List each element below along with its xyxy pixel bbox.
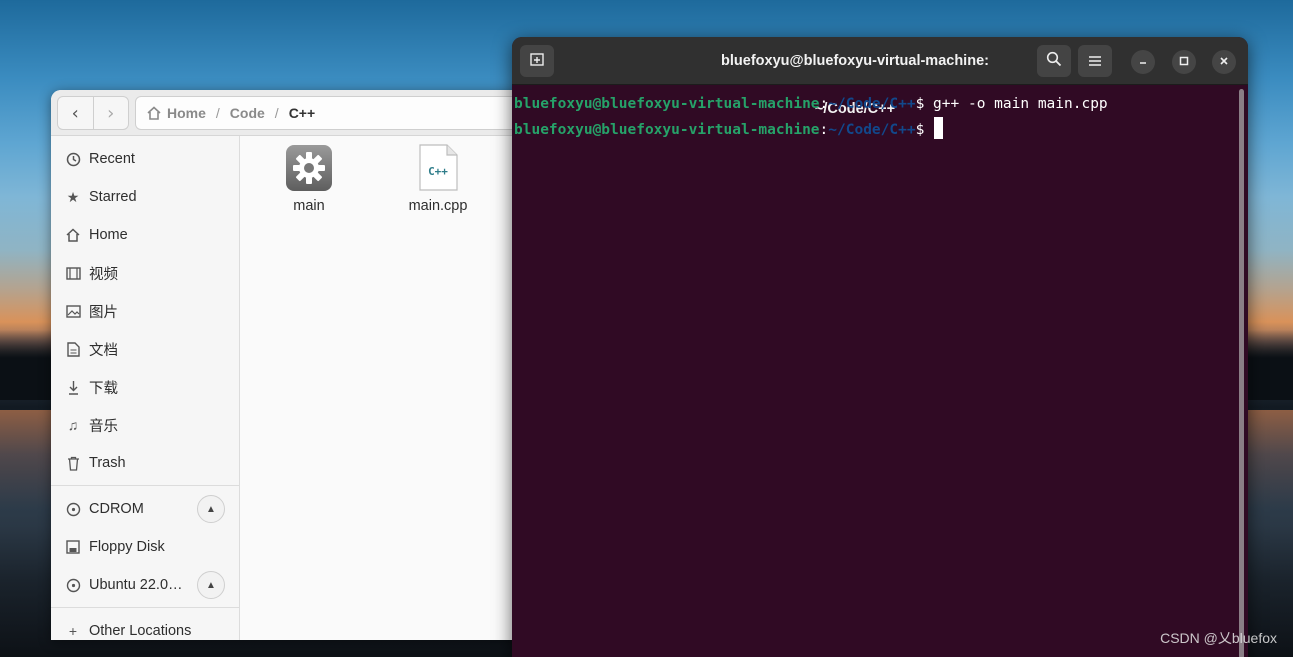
path-segment-current[interactable]: C++: [289, 105, 315, 121]
download-icon: [65, 379, 81, 395]
sidebar-item-videos[interactable]: 视频: [51, 254, 239, 292]
home-icon: [65, 227, 81, 243]
sidebar-item-recent[interactable]: Recent: [51, 140, 239, 178]
plus-icon: +: [68, 623, 78, 639]
sidebar-item-music[interactable]: ♫ 音乐: [51, 406, 239, 444]
navigation-buttons: ‹ ›: [57, 96, 129, 130]
sidebar-item-home[interactable]: Home: [51, 216, 239, 254]
sidebar-item-label: Ubuntu 22.0…: [89, 577, 183, 593]
file-name: main: [293, 198, 325, 214]
path-bar[interactable]: Home / Code / C++: [135, 96, 531, 130]
eject-button[interactable]: ▲: [197, 571, 225, 599]
command-text: [924, 122, 933, 138]
close-button[interactable]: [1212, 50, 1236, 74]
sidebar-item-other-locations[interactable]: + Other Locations: [51, 612, 239, 640]
sidebar-item-ubuntu-disc[interactable]: Ubuntu 22.0… ▲: [51, 566, 239, 604]
prompt-user: bluefoxyu@bluefoxyu-virtual-machine: [514, 96, 820, 112]
sidebar-item-label: Floppy Disk: [89, 539, 165, 555]
cpp-badge: C++: [428, 165, 448, 178]
sidebar-item-cdrom[interactable]: CDROM ▲: [51, 490, 239, 528]
new-tab-icon: [529, 51, 545, 71]
disc-icon: [65, 577, 81, 593]
command-text: g++ -o main main.cpp: [924, 96, 1108, 112]
sidebar-item-downloads[interactable]: 下载: [51, 368, 239, 406]
sidebar-item-label: Other Locations: [89, 623, 192, 639]
drive-icon: [65, 539, 81, 555]
home-icon: [146, 106, 162, 120]
chevron-right-icon: ›: [107, 102, 115, 124]
sidebar: Recent ★ Starred Home 视频 图片 文档 下载 ♫ 音乐 T…: [51, 136, 240, 640]
files-window: ‹ › Home / Code / C++ Recent ★ Starred H…: [51, 90, 531, 640]
eject-icon: ▲: [206, 579, 216, 591]
file-view: main C++ main.cpp: [241, 136, 531, 640]
sidebar-divider: [51, 485, 239, 486]
path-segment-code[interactable]: Code: [230, 105, 265, 121]
sidebar-item-label: Recent: [89, 151, 135, 167]
forward-button[interactable]: ›: [92, 97, 129, 129]
sidebar-item-documents[interactable]: 文档: [51, 330, 239, 368]
path-segment-home[interactable]: Home: [167, 105, 206, 121]
terminal-scrollbar[interactable]: [1239, 89, 1244, 657]
prompt-path: ~/Code/C++: [828, 96, 916, 112]
video-icon: [65, 265, 81, 281]
terminal-headerbar: bluefoxyu@bluefoxyu-virtual-machine: ~/C…: [512, 37, 1248, 117]
close-icon: [1219, 56, 1229, 69]
back-button[interactable]: ‹: [58, 97, 93, 129]
eject-button[interactable]: ▲: [197, 495, 225, 523]
file-item-main[interactable]: main: [259, 144, 359, 214]
sidebar-item-label: Starred: [89, 189, 137, 205]
sidebar-item-label: CDROM: [89, 501, 144, 517]
minimize-button[interactable]: [1131, 50, 1155, 74]
maximize-button[interactable]: [1172, 50, 1196, 74]
files-headerbar: ‹ › Home / Code / C++: [51, 90, 531, 136]
sidebar-item-starred[interactable]: ★ Starred: [51, 178, 239, 216]
sidebar-item-label: Trash: [89, 455, 126, 471]
search-button[interactable]: [1037, 45, 1071, 77]
sidebar-item-pictures[interactable]: 图片: [51, 292, 239, 330]
terminal-window: bluefoxyu@bluefoxyu-virtual-machine: ~/C…: [512, 37, 1248, 657]
sidebar-divider: [51, 607, 239, 608]
sidebar-item-floppy-disk[interactable]: Floppy Disk: [51, 528, 239, 566]
text-cursor: [934, 117, 944, 139]
file-name: main.cpp: [408, 198, 468, 214]
sidebar-item-label: 下载: [89, 380, 118, 397]
star-icon: ★: [66, 189, 80, 205]
cpp-file-icon: C++: [414, 144, 462, 192]
sidebar-item-label: 文档: [89, 342, 118, 359]
minimize-icon: [1138, 56, 1148, 69]
terminal-title: bluefoxyu@bluefoxyu-virtual-machine: ~/C…: [721, 53, 989, 117]
sidebar-item-label: 图片: [89, 304, 118, 321]
sidebar-item-label: 音乐: [89, 418, 118, 435]
prompt-path: ~/Code/C++: [828, 122, 916, 138]
new-tab-button[interactable]: [520, 45, 554, 77]
trash-icon: [65, 455, 81, 471]
eject-icon: ▲: [206, 503, 216, 515]
path-separator: /: [215, 105, 220, 121]
disc-icon: [65, 501, 81, 517]
sidebar-item-label: Home: [89, 227, 128, 243]
executable-gear-icon: [285, 144, 333, 192]
terminal-line: bluefoxyu@bluefoxyu-virtual-machine:~/Co…: [514, 91, 1232, 117]
watermark: CSDN @乂bluefox: [1160, 630, 1277, 646]
maximize-icon: [1179, 56, 1189, 69]
music-icon: ♫: [67, 417, 79, 433]
prompt-colon: :: [819, 122, 829, 138]
terminal-line: bluefoxyu@bluefoxyu-virtual-machine:~/Co…: [514, 117, 1232, 143]
prompt-colon: :: [819, 96, 829, 112]
file-item-main-cpp[interactable]: C++ main.cpp: [388, 144, 488, 214]
path-separator: /: [274, 105, 279, 121]
sidebar-item-trash[interactable]: Trash: [51, 444, 239, 482]
sidebar-item-label: 视频: [89, 266, 118, 283]
search-icon: [1046, 51, 1062, 71]
chevron-left-icon: ‹: [71, 102, 79, 124]
hamburger-menu-icon: [1088, 52, 1102, 71]
document-icon: [65, 341, 81, 357]
menu-button[interactable]: [1078, 45, 1112, 77]
prompt-user: bluefoxyu@bluefoxyu-virtual-machine: [514, 122, 820, 138]
picture-icon: [65, 303, 81, 319]
clock-icon: [65, 151, 81, 167]
terminal-output[interactable]: bluefoxyu@bluefoxyu-virtual-machine:~/Co…: [512, 86, 1234, 657]
